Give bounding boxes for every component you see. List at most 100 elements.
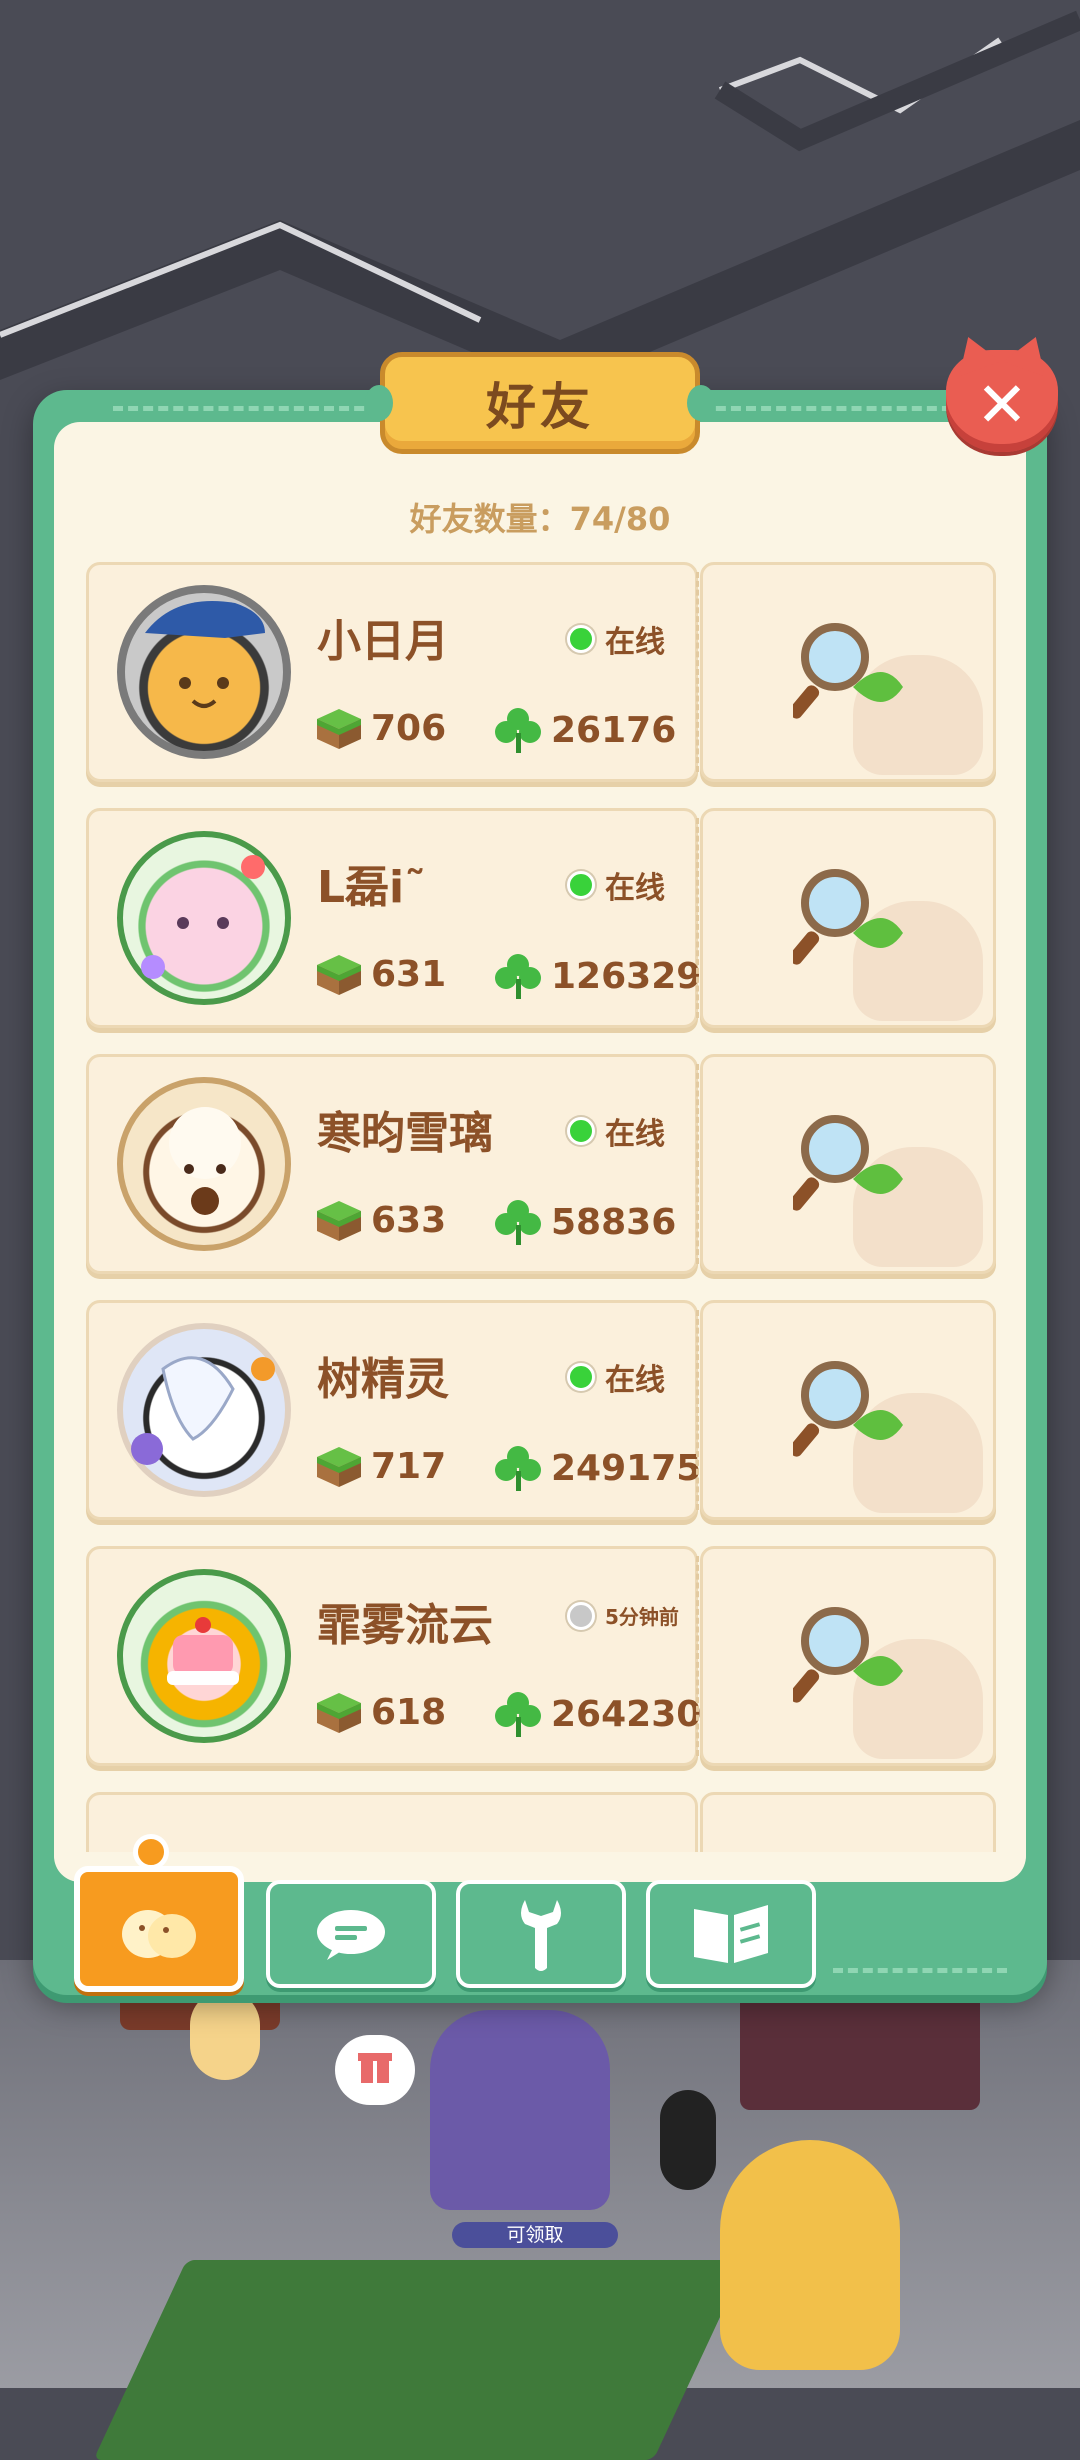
avatar[interactable] [117,1077,291,1251]
grass-stat: 706 [315,705,446,751]
chat-icon [317,1910,385,1960]
clover-value: 26176 [551,709,677,751]
clover-icon [495,1692,541,1737]
status-text: 在线 [605,1117,665,1152]
avatar[interactable] [117,1569,291,1743]
friend-info-card: 寒昀雪璃 在线 633 58836 [86,1054,698,1274]
status-text: 在线 [605,1363,665,1398]
gift-icon [358,2053,392,2083]
cake-avatar-icon [167,1617,239,1685]
status-text: 5分钟前 [605,1605,679,1629]
clover-icon [495,1446,541,1491]
panel-stitch-bottom [833,1968,1007,1973]
bird-avatar-icon [131,1356,275,1465]
close-icon: ✕ [976,368,1028,441]
online-dot-icon [567,871,595,899]
grass-value: 633 [371,1199,447,1241]
sheep-avatar-icon [169,1107,241,1215]
friend-name: 小日月 [317,616,449,667]
clover-value: 249175 [551,1447,702,1489]
offline-dot-icon [567,1601,595,1630]
status-text: 在线 [605,871,665,906]
active-tab-pin [133,1834,169,1870]
friend-info-card: 小日月 在线 706 26176 [86,562,698,782]
grass-block-icon [317,955,361,995]
shop-stand [740,1980,980,2110]
friend-list[interactable]: 小日月 在线 706 26176 L磊i˜ 在线 631 126329 寒昀雪璃… [86,562,996,1852]
grass-block-icon [317,1693,361,1733]
visit-magnifier-icon[interactable] [793,1355,913,1465]
chick-icon [122,1910,196,1958]
bear-avatar-icon [141,855,265,979]
last-seen-status: 5分钟前 [567,1601,679,1630]
tab-guide[interactable] [646,1880,816,1988]
friend-name: 树精灵 [317,1354,449,1405]
claimable-badge[interactable]: 可领取 [452,2222,618,2248]
friend-count: 好友数量：74/80 [409,500,671,538]
friend-name: L磊i˜ [317,862,427,913]
clover-stat: 58836 [493,1197,676,1247]
avatar[interactable] [117,585,291,759]
friend-row[interactable] [86,1792,996,1852]
online-status: 在线 [567,863,665,907]
friend-info-card: 霏雾流云 5分钟前 618 264230 [86,1546,701,1766]
friend-info-card: L磊i˜ 在线 631 126329 [86,808,701,1028]
grass-block-icon [317,1447,361,1487]
clover-icon [495,1200,541,1245]
lawn-patch [93,2260,747,2460]
clover-stat: 126329 [493,951,701,1001]
visit-magnifier-icon[interactable] [793,617,913,727]
duck-house [720,2140,900,2370]
tab-tools[interactable] [456,1880,626,1988]
friend-row[interactable]: 霏雾流云 5分钟前 618 264230 [86,1546,996,1770]
visit-card[interactable] [700,1792,996,1852]
maze-walls [0,0,1080,400]
visit-card[interactable] [700,562,996,782]
visit-magnifier-icon[interactable] [793,1109,913,1219]
grass-block-icon [317,1201,361,1241]
visit-card[interactable] [700,1300,996,1520]
grass-block-icon [317,709,361,749]
panel-title: 好友 [365,352,715,454]
grass-stat: 618 [315,1689,446,1735]
divider [696,818,699,1018]
grass-stat: 631 [315,951,446,997]
clover-stat: 264230 [493,1689,701,1739]
clover-stat: 26176 [493,705,676,755]
close-button[interactable]: ✕ [946,350,1058,452]
friend-row[interactable]: 小日月 在线 706 26176 [86,562,996,786]
avatar[interactable] [117,1323,291,1497]
clover-icon [495,708,541,753]
avatar[interactable] [117,831,291,1005]
grass-value: 717 [371,1445,447,1487]
friend-row[interactable]: 寒昀雪璃 在线 633 58836 [86,1054,996,1278]
tab-friends[interactable] [74,1866,244,1992]
online-status: 在线 [567,617,665,661]
visit-magnifier-icon[interactable] [793,863,913,973]
visit-card[interactable] [700,1054,996,1274]
clover-stat: 249175 [493,1443,701,1493]
prize-machine [430,2010,610,2210]
npc-cat[interactable] [190,1990,260,2080]
friend-name: 霏雾流云 [317,1600,493,1651]
friend-row[interactable]: 树精灵 在线 717 249175 [86,1300,996,1524]
tab-chat[interactable] [266,1880,436,1988]
online-dot-icon [567,625,595,653]
online-status: 在线 [567,1109,665,1153]
gift-bubble[interactable] [335,2035,415,2105]
player-character[interactable] [660,2090,716,2190]
online-dot-icon [567,1363,595,1391]
friend-row[interactable]: L磊i˜ 在线 631 126329 [86,808,996,1032]
grass-value: 618 [371,1691,447,1733]
visit-card[interactable] [700,1546,996,1766]
divider [696,1064,699,1264]
wrench-icon [521,1900,561,1971]
grass-value: 706 [371,707,447,749]
clover-value: 58836 [551,1201,677,1243]
friend-info-card [86,1792,698,1852]
friend-name: 寒昀雪璃 [317,1108,493,1159]
visit-card[interactable] [700,808,996,1028]
visit-magnifier-icon[interactable] [793,1601,913,1711]
grass-stat: 717 [315,1443,446,1489]
status-text: 在线 [605,625,665,660]
